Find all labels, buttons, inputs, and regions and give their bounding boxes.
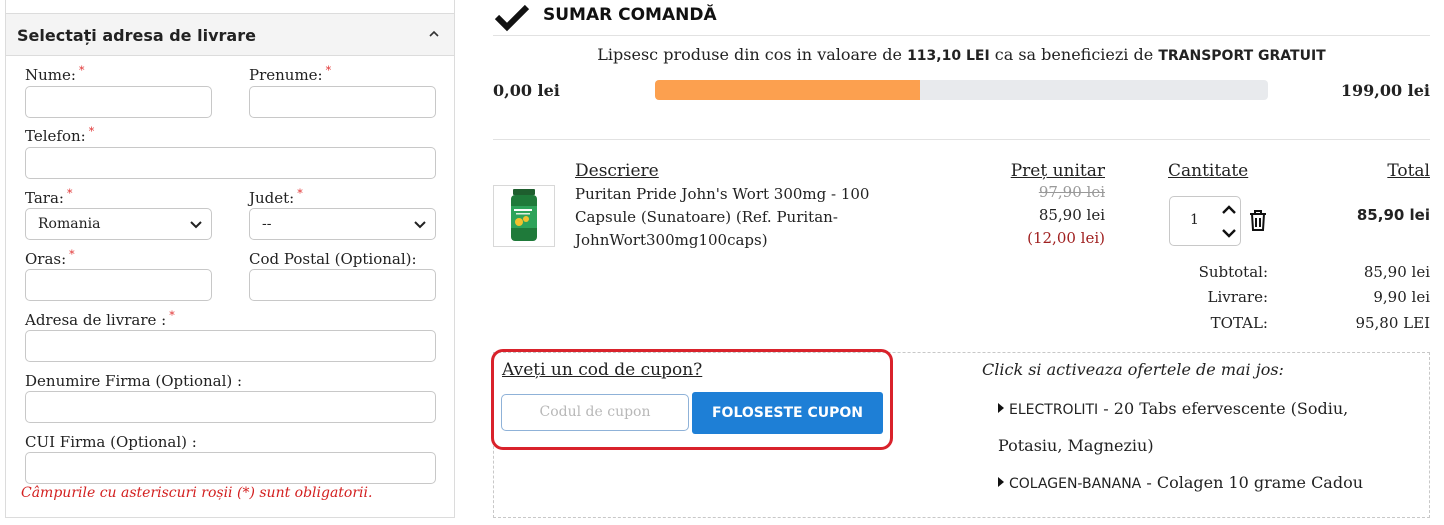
- quantity-stepper[interactable]: 1: [1169, 196, 1241, 246]
- progress-max: 199,00 lei: [1340, 81, 1430, 100]
- adresa-label: Adresa de livrare : *: [25, 309, 175, 329]
- offers-title: Click si activeaza ofertele de mai jos:: [982, 360, 1284, 379]
- subtotal-value: 85,90 lei: [1363, 263, 1430, 281]
- chevron-up-icon[interactable]: [424, 24, 444, 44]
- offer-item-continuation[interactable]: Potasiu, Magneziu): [998, 436, 1154, 455]
- price-saving: (12,00 lei): [1027, 229, 1105, 247]
- nume-label: Nume: *: [25, 64, 85, 84]
- prenume-label: Prenume: *: [249, 64, 332, 84]
- nume-input[interactable]: [25, 86, 212, 118]
- trash-icon[interactable]: [1247, 208, 1269, 232]
- divider: [493, 35, 1430, 36]
- col-total: Total: [1387, 161, 1430, 181]
- chevron-up-icon[interactable]: [1218, 199, 1240, 221]
- tara-label: Tara: *: [25, 187, 73, 207]
- subtotal-label: Subtotal:: [1198, 263, 1268, 281]
- product-description[interactable]: Puritan Pride John's Wort 300mg - 100 Ca…: [575, 183, 875, 252]
- checkmark-icon: [493, 2, 531, 32]
- firma-label: Denumire Firma (Optional) :: [25, 372, 243, 390]
- address-panel-header[interactable]: Selectați adresa de livrare: [6, 13, 454, 56]
- apply-coupon-button[interactable]: FOLOSESTE CUPON: [692, 392, 883, 434]
- required-fields-note: Câmpurile cu asteriscuri roșii (*) sunt …: [21, 485, 373, 501]
- divider: [493, 139, 1430, 140]
- telefon-label: Telefon: *: [25, 125, 95, 145]
- tara-select[interactable]: Romania: [25, 208, 212, 240]
- chevron-down-icon: [189, 217, 203, 231]
- livrare-label: Livrare:: [1207, 288, 1268, 306]
- tara-value: Romania: [38, 216, 101, 232]
- shipping-progress-bar: [655, 80, 1268, 100]
- livrare-value: 9,90 lei: [1373, 288, 1430, 306]
- col-descriere: Descriere: [575, 161, 659, 181]
- cui-label: CUI Firma (Optional) :: [25, 433, 197, 451]
- oras-input[interactable]: [25, 269, 212, 301]
- cod-postal-input[interactable]: [249, 269, 436, 301]
- telefon-input[interactable]: [25, 147, 436, 179]
- triangle-right-icon: [998, 477, 1004, 487]
- cod-postal-label: Cod Postal (Optional):: [249, 250, 417, 268]
- progress-min: 0,00 lei: [493, 81, 560, 100]
- coupon-input[interactable]: Codul de cupon: [501, 394, 689, 431]
- chevron-down-icon: [413, 217, 427, 231]
- shipping-progress-fill: [655, 80, 920, 100]
- judet-label: Judet: *: [249, 187, 303, 207]
- cui-input[interactable]: [25, 452, 436, 484]
- coupon-question-link[interactable]: Aveți un cod de cupon?: [502, 360, 702, 380]
- total-value: 95,80 LEI: [1355, 314, 1430, 332]
- adresa-input[interactable]: [25, 330, 436, 362]
- judet-value: --: [262, 216, 272, 232]
- oras-label: Oras: *: [25, 248, 75, 268]
- firma-input[interactable]: [25, 391, 436, 423]
- quantity-value[interactable]: 1: [1190, 212, 1199, 228]
- price-current: 85,90 lei: [1038, 206, 1105, 224]
- judet-select[interactable]: --: [249, 208, 436, 240]
- prenume-input[interactable]: [249, 86, 436, 118]
- offer-item[interactable]: COLAGEN-BANANA - Colagen 10 grame Cadou: [998, 473, 1363, 492]
- total-label: TOTAL:: [1210, 314, 1268, 332]
- line-total: 85,90 lei: [1356, 206, 1430, 224]
- summary-title: SUMAR COMANDĂ: [543, 5, 717, 25]
- col-cantitate: Cantitate: [1168, 161, 1249, 181]
- product-image[interactable]: [493, 185, 555, 247]
- chevron-down-icon[interactable]: [1218, 222, 1240, 244]
- offer-item[interactable]: ELECTROLITI - 20 Tabs efervescente (Sodi…: [998, 399, 1348, 418]
- address-panel-title: Selectați adresa de livrare: [17, 26, 256, 45]
- triangle-right-icon: [998, 403, 1004, 413]
- price-old: 97,90 lei: [1038, 183, 1105, 201]
- free-shipping-message: Lipsesc produse din cos in valoare de 11…: [597, 45, 1326, 64]
- col-pret-unitar: Preț unitar: [1010, 161, 1105, 181]
